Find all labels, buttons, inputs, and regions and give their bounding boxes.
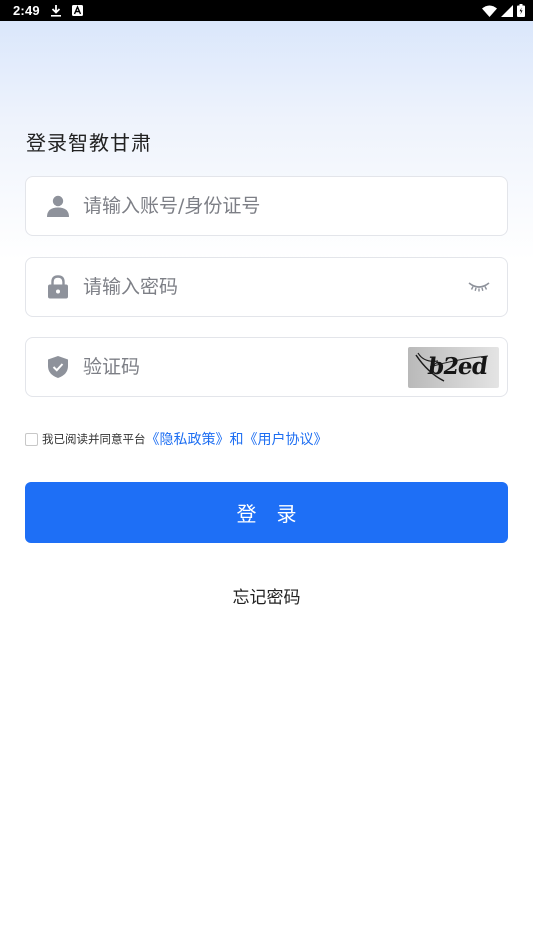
password-field[interactable] xyxy=(25,257,508,317)
account-input[interactable] xyxy=(83,177,393,235)
agreement-conjunction: 和 xyxy=(229,432,244,448)
status-bar: 2:49 xyxy=(0,0,533,21)
status-right xyxy=(482,4,525,17)
login-screen: 2:49 登录智教甘肃 请输入账号/身份证号 验证码 b2ed 我已阅读并同意平… xyxy=(0,0,533,947)
eye-closed-icon[interactable] xyxy=(467,278,491,296)
captcha-image[interactable]: b2ed xyxy=(408,347,499,388)
status-time: 2:49 xyxy=(13,3,40,18)
captcha-input[interactable] xyxy=(83,338,383,396)
user-icon xyxy=(46,194,70,218)
wifi-icon xyxy=(482,5,497,17)
agreement-prefix: 我已阅读并同意平台 xyxy=(42,432,146,446)
password-input[interactable] xyxy=(83,258,393,316)
forgot-password-link[interactable]: 忘记密码 xyxy=(233,588,301,608)
privacy-policy-link[interactable]: 《隐私政策》 xyxy=(146,429,230,449)
page-title: 登录智教甘肃 xyxy=(26,131,152,155)
captcha-field[interactable]: b2ed xyxy=(25,337,508,397)
account-field[interactable] xyxy=(25,176,508,236)
user-agreement-link[interactable]: 《用户协议》 xyxy=(244,429,328,449)
status-left: 2:49 xyxy=(13,3,83,18)
battery-icon xyxy=(517,4,525,17)
shield-check-icon xyxy=(46,355,70,379)
download-icon xyxy=(50,4,62,17)
forgot-password-row: 忘记密码 xyxy=(0,583,533,608)
captcha-text: b2ed xyxy=(426,353,489,380)
agreement-checkbox[interactable] xyxy=(25,432,38,446)
agreement-row: 我已阅读并同意平台 《隐私政策》 和 《用户协议》 xyxy=(25,430,328,448)
accessibility-a-icon xyxy=(71,5,83,16)
signal-icon xyxy=(501,4,513,17)
login-button[interactable]: 登录 xyxy=(25,482,508,543)
lock-icon xyxy=(46,275,70,299)
